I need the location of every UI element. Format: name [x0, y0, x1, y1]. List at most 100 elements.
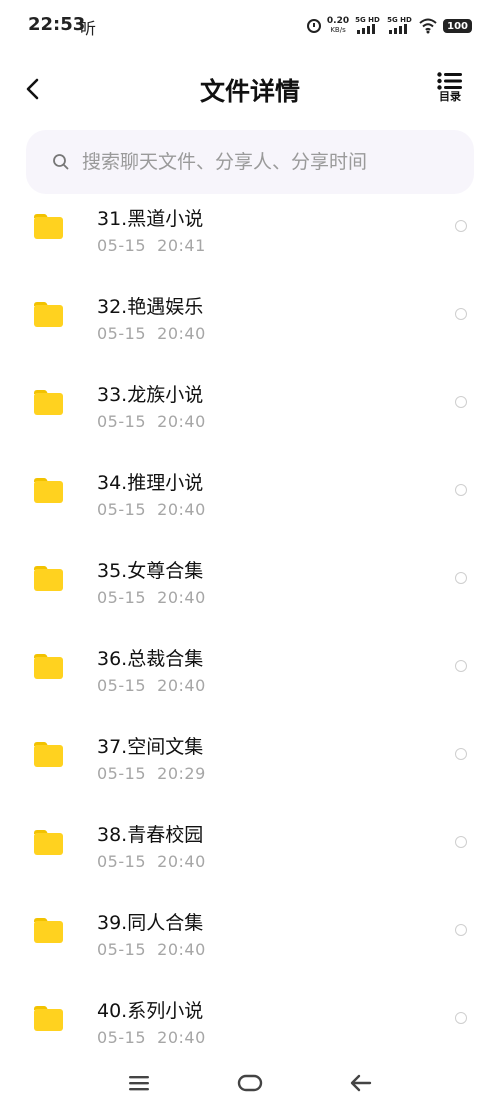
select-radio[interactable] [455, 748, 467, 760]
signal-icon: 5G HD [387, 16, 413, 36]
select-radio[interactable] [455, 660, 467, 672]
network-speed-value: 0.20 [326, 16, 350, 26]
select-radio[interactable] [455, 572, 467, 584]
file-date-time: 20:40 [157, 940, 206, 959]
folder-icon [34, 478, 63, 503]
search-icon [53, 154, 69, 170]
file-name: 34.推理小说 [97, 472, 204, 494]
menu-icon [129, 1076, 149, 1091]
file-date: 05-15 20:40 [97, 1028, 206, 1046]
file-date-time: 20:40 [157, 1028, 206, 1046]
file-name: 40.系列小说 [97, 1000, 204, 1022]
file-date-time: 20:40 [157, 852, 206, 871]
search-input[interactable] [80, 150, 444, 174]
file-date: 05-15 20:40 [97, 500, 206, 519]
file-date-time: 20:41 [157, 236, 206, 255]
navigation-bar [0, 1056, 500, 1111]
status-time: 22:53 [28, 14, 86, 35]
file-date: 05-15 20:41 [97, 236, 206, 255]
folder-icon [34, 742, 63, 767]
file-date-time: 20:29 [157, 764, 206, 783]
folder-icon [34, 566, 63, 591]
recent-apps-button[interactable] [124, 1068, 154, 1098]
file-date-day: 05-15 [97, 1028, 146, 1046]
table-of-contents-label: 目录 [439, 90, 461, 103]
file-date: 05-15 20:40 [97, 324, 206, 343]
select-radio[interactable] [455, 308, 467, 320]
signal-label: 5G HD [387, 16, 412, 24]
file-date-day: 05-15 [97, 324, 146, 343]
file-date-time: 20:40 [157, 412, 206, 431]
folder-icon [34, 390, 63, 415]
search-bar[interactable] [26, 130, 474, 194]
file-date-time: 20:40 [157, 588, 206, 607]
file-date-day: 05-15 [97, 676, 146, 695]
list-item[interactable]: 39.同人合集 05-15 20:40 [0, 900, 500, 988]
wifi-icon [419, 18, 437, 34]
file-date-time: 20:40 [157, 324, 206, 343]
file-date-day: 05-15 [97, 588, 146, 607]
folder-icon [34, 1006, 63, 1031]
file-date: 05-15 20:40 [97, 676, 206, 695]
file-date: 05-15 20:40 [97, 588, 206, 607]
select-radio[interactable] [455, 1012, 467, 1024]
list-item[interactable]: 34.推理小说 05-15 20:40 [0, 460, 500, 548]
network-speed: 0.20 KB/s [327, 17, 349, 35]
file-date: 05-15 20:40 [97, 940, 206, 959]
table-of-contents-button[interactable]: 目录 [434, 72, 466, 108]
file-date-day: 05-15 [97, 852, 146, 871]
list-item[interactable]: 40.系列小说 05-15 20:40 [0, 988, 500, 1046]
file-date-day: 05-15 [97, 412, 146, 431]
folder-icon [34, 654, 63, 679]
list-item[interactable]: 38.青春校园 05-15 20:40 [0, 812, 500, 900]
file-name: 36.总裁合集 [97, 648, 204, 670]
select-radio[interactable] [455, 220, 467, 232]
file-name: 32.艳遇娱乐 [97, 296, 204, 318]
listen-indicator: 听 [80, 19, 97, 38]
page-title: 文件详情 [199, 77, 300, 106]
battery-icon: 100 [443, 19, 472, 33]
list-item[interactable]: 31.黑道小说 05-15 20:41 [0, 196, 500, 284]
header: 文件详情 目录 [0, 60, 500, 118]
file-name: 38.青春校园 [97, 824, 204, 846]
file-date-day: 05-15 [97, 764, 146, 783]
back-arrow-icon [350, 1074, 372, 1092]
file-name: 35.女尊合集 [97, 560, 204, 582]
file-date-time: 20:40 [157, 676, 206, 695]
file-list: 31.黑道小说 05-15 20:41 32.艳遇娱乐 05-15 20:40 33.龙… [0, 196, 500, 1046]
status-bar: 22:53 听 0.20 KB/s 5G HD 5G HD 100 [0, 0, 500, 52]
select-radio[interactable] [455, 836, 467, 848]
file-date-time: 20:40 [157, 500, 206, 519]
list-item[interactable]: 35.女尊合集 05-15 20:40 [0, 548, 500, 636]
file-date: 05-15 20:29 [97, 764, 206, 783]
file-date-day: 05-15 [97, 236, 146, 255]
folder-icon [34, 918, 63, 943]
select-radio[interactable] [455, 924, 467, 936]
folder-icon [34, 302, 63, 327]
folder-icon [34, 830, 63, 855]
list-item[interactable]: 32.艳遇娱乐 05-15 20:40 [0, 284, 500, 372]
file-date-day: 05-15 [97, 940, 146, 959]
file-date: 05-15 20:40 [97, 852, 206, 871]
file-name: 33.龙族小说 [97, 384, 204, 406]
list-item[interactable]: 37.空间文集 05-15 20:29 [0, 724, 500, 812]
home-icon [237, 1074, 263, 1092]
select-radio[interactable] [455, 396, 467, 408]
file-name: 39.同人合集 [97, 912, 204, 934]
file-name: 37.空间文集 [97, 736, 204, 758]
list-item[interactable]: 33.龙族小说 05-15 20:40 [0, 372, 500, 460]
alarm-icon [306, 19, 321, 33]
network-speed-unit: KB/s [330, 26, 346, 34]
file-date: 05-15 20:40 [97, 412, 206, 431]
signal-icon: 5G HD [355, 16, 381, 36]
home-button[interactable] [235, 1068, 265, 1098]
select-radio[interactable] [455, 484, 467, 496]
file-date-day: 05-15 [97, 500, 146, 519]
status-icons: 0.20 KB/s 5G HD 5G HD 100 [306, 16, 472, 36]
list-item[interactable]: 36.总裁合集 05-15 20:40 [0, 636, 500, 724]
signal-label: 5G HD [355, 16, 380, 24]
folder-icon [34, 214, 63, 239]
list-icon [437, 72, 462, 90]
system-back-button[interactable] [346, 1068, 376, 1098]
file-name: 31.黑道小说 [97, 208, 204, 230]
